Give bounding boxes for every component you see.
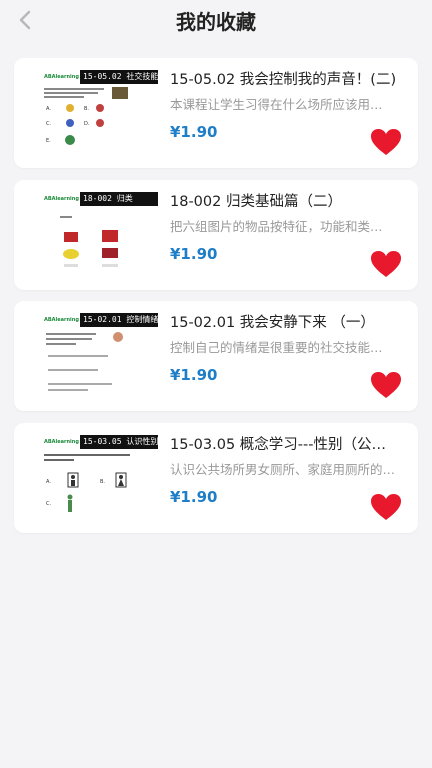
course-title: 15-03.05 概念学习---性别（公…: [170, 436, 386, 453]
svg-text:B.: B.: [84, 106, 89, 112]
course-description: 控制自己的情绪是很重要的社交技能…: [170, 340, 383, 355]
thumb-code: 18-002 归类: [80, 191, 158, 206]
favorites-list: ABAlearning 15-05.02 社交技能 A. B. C. D. E. 1…: [14, 58, 418, 544]
course-description: 把六组图片的物品按特征，功能和类…: [170, 218, 383, 234]
heart-icon: [371, 129, 401, 155]
thumbnail-illustration: [46, 332, 123, 391]
svg-text:D.: D.: [84, 121, 90, 127]
thumb-code: 15-05.02 社交技能: [80, 70, 158, 84]
thumbnail-illustration: [60, 215, 118, 267]
favorite-heart-button[interactable]: [370, 250, 402, 278]
svg-text:A.: A.: [46, 106, 51, 112]
course-description: 认识公共场所男女厕所、家庭用厕所的…: [170, 461, 396, 477]
course-description: 本课程让学生习得在什么场所应该用…: [170, 97, 383, 112]
svg-text:C.: C.: [46, 121, 51, 127]
course-thumbnail: ABAlearning 18-002 归类: [40, 191, 158, 282]
thumbnail-illustration: A. B. C.: [44, 453, 130, 512]
favorite-card[interactable]: ABAlearning 15-02.01 控制情绪 15-02.01 我会安静下…: [14, 301, 418, 411]
svg-text:B.: B.: [100, 479, 105, 485]
heart-icon: [371, 493, 401, 520]
thumb-logo: ABAlearning: [40, 313, 80, 327]
course-thumbnail: ABAlearning 15-03.05 认识性别 A. B. C.: [40, 434, 158, 525]
thumb-code: 15-02.01 控制情绪: [80, 313, 158, 327]
favorite-heart-button[interactable]: [370, 371, 402, 399]
favorite-card[interactable]: ABAlearning 18-002 归类 18-002 归类基础篇（二） 把六…: [14, 179, 418, 290]
heart-icon: [371, 372, 401, 398]
favorite-card[interactable]: ABAlearning 15-05.02 社交技能 A. B. C. D. E. 1…: [14, 58, 418, 168]
course-thumbnail: ABAlearning 15-02.01 控制情绪: [40, 313, 158, 403]
thumb-logo: ABAlearning: [40, 191, 80, 206]
thumb-logo: ABAlearning: [40, 70, 80, 84]
thumbnail-illustration: A. B. C. D. E.: [44, 87, 128, 145]
favorite-heart-button[interactable]: [370, 493, 402, 521]
page-title: 我的收藏: [176, 10, 256, 34]
favorite-card[interactable]: ABAlearning 15-03.05 认识性别 A. B. C. 15-03.…: [14, 422, 418, 533]
course-title: 15-02.01 我会安静下来 （一）: [170, 315, 375, 331]
thumb-logo: ABAlearning: [40, 434, 80, 449]
course-title: 18-002 归类基础篇（二）: [170, 193, 342, 210]
favorite-heart-button[interactable]: [370, 128, 402, 156]
svg-text:C.: C.: [46, 501, 51, 507]
svg-text:A.: A.: [46, 479, 51, 485]
course-title: 15-05.02 我会控制我的声音！(二): [170, 72, 397, 88]
heart-icon: [371, 250, 401, 277]
svg-text:E.: E.: [46, 138, 51, 144]
top-bar: 我的收藏: [0, 0, 432, 44]
course-thumbnail: ABAlearning 15-05.02 社交技能 A. B. C. D. E.: [40, 70, 158, 160]
thumb-code: 15-03.05 认识性别: [80, 434, 158, 449]
